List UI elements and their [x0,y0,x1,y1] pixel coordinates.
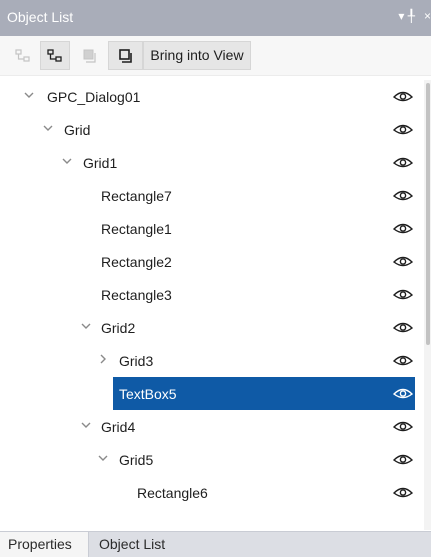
visibility-eye-icon[interactable] [392,452,414,466]
tree-item-label: Rectangle7 [101,188,172,204]
close-icon[interactable]: × [424,9,431,23]
bring-to-front-button[interactable] [75,41,105,70]
tree-item[interactable]: Rectangle7 [0,179,424,212]
vertical-scrollbar[interactable] [424,80,431,530]
visibility-eye-icon[interactable] [392,155,414,169]
tree-item-label: Rectangle3 [101,287,172,303]
send-to-back-button[interactable] [108,41,143,70]
chevron-down-icon[interactable] [41,121,55,135]
visibility-eye-icon[interactable] [392,320,414,334]
tree-item[interactable]: Grid3 [0,344,424,377]
chevron-down-icon[interactable] [79,418,93,432]
tree-item-label: Rectangle6 [137,485,208,501]
send-to-back-icon [118,48,132,63]
tree-item[interactable]: Rectangle1 [0,212,424,245]
scrollbar-thumb[interactable] [426,83,430,345]
tree-item-label: GPC_Dialog01 [47,89,141,105]
visibility-eye-icon[interactable] [392,188,414,202]
collapse-hierarchy-icon [15,48,30,62]
tree-item[interactable]: Grid5 [0,443,424,476]
expand-hierarchy-icon [47,48,62,62]
tree-item-label: Grid1 [83,155,118,171]
tree-item-label: TextBox5 [119,386,177,402]
tab-object-list[interactable]: Object List [91,532,177,557]
visibility-eye-icon[interactable] [392,254,414,268]
chevron-down-icon[interactable] [60,154,74,168]
tree-item[interactable]: Grid4 [0,410,424,443]
tree-item[interactable]: Grid2 [0,311,424,344]
tree-item[interactable]: Rectangle6 [0,476,424,509]
visibility-eye-icon[interactable] [392,353,414,367]
tree-item-label: Rectangle1 [101,221,172,237]
tree-item[interactable]: Rectangle2 [0,245,424,278]
visibility-eye-icon[interactable] [392,287,414,301]
tree-item[interactable]: Grid [0,113,424,146]
toolbar: Bring into View [0,36,431,76]
visibility-eye-icon[interactable] [392,419,414,433]
tree-item-label: Grid2 [101,320,136,336]
tree-item-label: Grid3 [119,353,154,369]
tree-item[interactable]: Grid1 [0,146,424,179]
tree-item-label: Rectangle2 [101,254,172,270]
chevron-down-icon[interactable] [22,88,36,102]
pin-icon[interactable]: ▾ ╀ [398,9,415,23]
visibility-eye-icon[interactable] [392,89,414,103]
object-tree: GPC_Dialog01 Grid Grid1 Rectangle7 Rectangle… [0,80,424,530]
panel-title: Object List [7,9,74,25]
visibility-eye-icon[interactable] [392,386,414,400]
tree-item-label: Grid4 [101,419,136,435]
chevron-right-icon[interactable] [96,352,110,366]
chevron-down-icon[interactable] [96,451,110,465]
tab-properties[interactable]: Properties [0,532,89,557]
tree-item[interactable]: TextBox5 [0,377,424,410]
visibility-eye-icon[interactable] [392,122,414,136]
bring-to-front-icon [83,49,96,63]
expand-hierarchy-button[interactable] [40,41,70,70]
tree-item[interactable]: GPC_Dialog01 [0,80,424,113]
panel-title-bar: Object List ▾ ╀ × [0,0,431,36]
visibility-eye-icon[interactable] [392,221,414,235]
visibility-eye-icon[interactable] [392,485,414,499]
tree-item-label: Grid5 [119,452,154,468]
chevron-down-icon[interactable] [79,319,93,333]
tree-item[interactable]: Rectangle3 [0,278,424,311]
tree-item-label: Grid [64,122,91,138]
collapse-hierarchy-button[interactable] [10,41,36,70]
bottom-tab-strip: Properties Object List [0,531,431,557]
bring-into-view-button[interactable]: Bring into View [143,41,251,70]
